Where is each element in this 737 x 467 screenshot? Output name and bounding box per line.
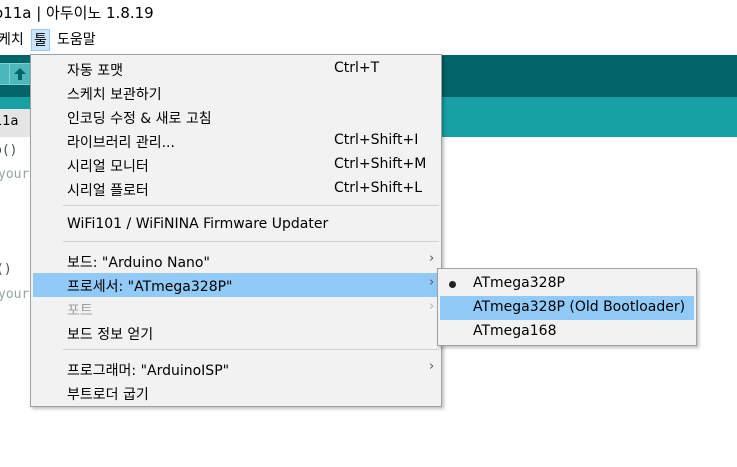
processor-option-label: ATmega328P (Old Bootloader) [473, 299, 686, 315]
menu-item-label: 시리얼 모니터 [67, 159, 149, 175]
processor-option-label: ATmega328P [473, 275, 565, 291]
processor-option-atmega168[interactable]: ATmega168 [440, 320, 694, 344]
menu-item-label: 보드: "Arduino Nano" [67, 255, 210, 271]
submenu-arrow-icon: › [429, 359, 435, 374]
shortcut-label: Ctrl+Shift+M [334, 156, 427, 172]
menu-item-label: 라이브러리 관리... [67, 135, 175, 151]
shortcut-label: Ctrl+T [334, 60, 380, 76]
code-line: p() [0, 143, 18, 158]
submenu-arrow-icon: › [429, 275, 435, 290]
menu-help[interactable]: 도움말 [57, 29, 96, 51]
menu-item-processor[interactable]: 프로세서: "ATmega328P" › [33, 273, 439, 297]
menu-item-board-info[interactable]: 보드 정보 얻기 [33, 321, 439, 345]
menu-separator [63, 241, 439, 242]
menu-bar: 케치 툴 도움말 [0, 27, 737, 53]
menu-item-serial-plotter[interactable]: 시리얼 플로터 Ctrl+Shift+L [33, 177, 439, 201]
menu-item-auto-format[interactable]: 자동 포맷 Ctrl+T [33, 57, 439, 81]
menu-item-label: 프로그래머: "ArduinoISP" [67, 363, 230, 379]
menu-item-manage-libraries[interactable]: 라이브러리 관리... Ctrl+Shift+I [33, 129, 439, 153]
menu-item-serial-monitor[interactable]: 시리얼 모니터 Ctrl+Shift+M [33, 153, 439, 177]
menu-item-archive-sketch[interactable]: 스케치 보관하기 [33, 81, 439, 105]
menu-item-fix-encoding[interactable]: 인코딩 수정 & 새로 고침 [33, 105, 439, 129]
upload-button[interactable] [9, 63, 31, 85]
shortcut-label: Ctrl+Shift+I [334, 132, 419, 148]
menu-item-label: 인코딩 수정 & 새로 고침 [67, 111, 212, 127]
menu-item-label: 시리얼 플로터 [67, 183, 149, 199]
menu-item-label: 보드 정보 얻기 [67, 327, 154, 343]
menu-tools[interactable]: 툴 [31, 29, 50, 51]
processor-option-atmega328p-old-bootloader[interactable]: ATmega328P (Old Bootloader) [440, 296, 694, 320]
code-line: your [0, 167, 30, 182]
menu-item-label: 스케치 보관하기 [67, 87, 162, 103]
processor-option-atmega328p[interactable]: ATmega328P [440, 272, 694, 296]
menu-item-burn-bootloader[interactable]: 부트로더 굽기 [33, 381, 439, 405]
processor-option-label: ATmega168 [473, 323, 557, 339]
tab-sketch[interactable]: 11a [0, 109, 30, 137]
window-title: o11a | 아두이노 1.8.19 [0, 4, 154, 22]
title-bar: o11a | 아두이노 1.8.19 [0, 0, 737, 26]
menu-separator [63, 205, 439, 206]
submenu-arrow-icon: › [429, 251, 435, 266]
selected-bullet-icon [449, 281, 456, 288]
menu-item-wifi-updater[interactable]: WiFi101 / WiFiNINA Firmware Updater [33, 213, 439, 237]
processor-submenu: ATmega328P ATmega328P (Old Bootloader) A… [437, 268, 697, 346]
menu-item-label: 자동 포맷 [67, 63, 123, 79]
menu-sketch[interactable]: 케치 [0, 29, 24, 51]
menu-item-label: 부트로더 굽기 [67, 387, 149, 403]
upload-arrow-icon [14, 68, 26, 80]
tab-label: 11a [0, 114, 19, 129]
code-line: () [0, 262, 12, 277]
code-line: your [0, 287, 30, 302]
submenu-arrow-icon: › [429, 299, 435, 314]
tools-menu: 자동 포맷 Ctrl+T 스케치 보관하기 인코딩 수정 & 새로 고침 라이브… [30, 54, 442, 407]
shortcut-label: Ctrl+Shift+L [334, 180, 422, 196]
menu-item-label: 프로세서: "ATmega328P" [67, 279, 233, 295]
menu-separator [63, 349, 439, 350]
menu-item-board[interactable]: 보드: "Arduino Nano" › [33, 249, 439, 273]
menu-item-label: WiFi101 / WiFiNINA Firmware Updater [67, 216, 329, 232]
menu-item-programmer[interactable]: 프로그래머: "ArduinoISP" › [33, 357, 439, 381]
menu-item-label: 포트 [67, 303, 93, 319]
menu-item-port[interactable]: 포트 › [33, 297, 439, 321]
